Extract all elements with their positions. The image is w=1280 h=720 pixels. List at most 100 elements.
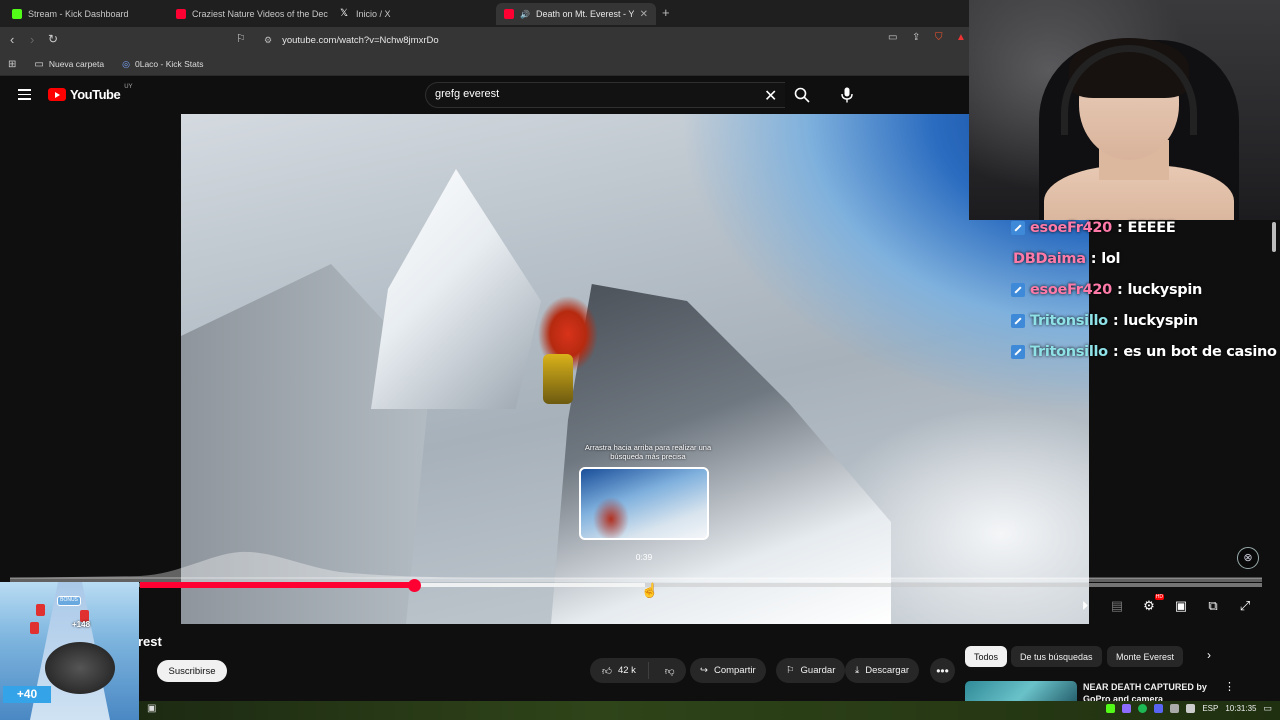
bookmark-label: 0Laco - Kick Stats [135, 59, 204, 69]
reload-icon[interactable]: ↻ [48, 32, 58, 46]
like-dislike-group: 👍︎ 42 k 👎︎ [590, 658, 686, 683]
chip-from-searches[interactable]: De tus búsquedas [1011, 646, 1102, 667]
dislike-button[interactable]: 👎︎ [655, 665, 685, 677]
save-icon: ⚐ [786, 665, 795, 676]
subtitles-icon[interactable]: ▤ [1108, 598, 1126, 614]
tab-x-home[interactable]: 𝕏 Inicio / X [332, 3, 492, 25]
like-count: 42 k [617, 665, 636, 676]
kick-icon [12, 9, 22, 19]
tab-kick-dashboard[interactable]: Stream - Kick Dashboard [4, 3, 164, 25]
cast-icon[interactable]: ⧉ [1204, 598, 1222, 614]
chips-next-icon[interactable]: › [1207, 648, 1211, 662]
more-actions-button[interactable]: ••• [930, 658, 955, 683]
network-icon[interactable] [1170, 704, 1180, 713]
browser-tab-bar: Stream - Kick Dashboard Craziest Nature … [0, 0, 970, 27]
rewards-icon[interactable]: ▲ [956, 32, 966, 43]
seek-hint-text: Arrastra hacia arriba para realizar una … [584, 443, 712, 461]
apps-grid-icon[interactable]: ⊞ [8, 59, 16, 70]
bookmark-icon[interactable]: ⚐ [236, 32, 246, 45]
chat-message: DBDaima : lol [1013, 251, 1121, 267]
clock[interactable]: 10:31:35 [1225, 704, 1256, 713]
chip-monte-everest[interactable]: Monte Everest [1107, 646, 1184, 667]
spotify-icon[interactable] [1138, 704, 1148, 713]
subscribe-button[interactable]: Suscribirse [157, 660, 227, 682]
close-tab-icon[interactable]: ✕ [640, 9, 648, 20]
share-button[interactable]: ↪ Compartir [690, 658, 766, 683]
youtube-header: YouTube UY ✕ [0, 76, 970, 114]
share-label: Compartir [713, 665, 756, 676]
autoplay-toggle[interactable]: ⏵ [1076, 598, 1094, 614]
chat-text: luckyspin [1123, 313, 1198, 329]
download-button[interactable]: ⤓ Descargar [845, 658, 920, 683]
bookmarks-bar: ⊞ ▭ Nueva carpeta ◎ 0Laco - Kick Stats [0, 53, 970, 76]
chat-separator: : [1090, 251, 1097, 267]
volume-icon[interactable] [1186, 704, 1196, 713]
discord-icon[interactable] [1154, 704, 1164, 713]
mouse-cursor-icon: ☝ [641, 582, 659, 598]
game-crowd [45, 642, 115, 694]
microphone-icon [841, 87, 853, 103]
new-tab-button[interactable]: + [662, 5, 670, 20]
taskbar-app-icon[interactable]: ▣ [147, 703, 156, 714]
subscriber-badge-icon [1011, 283, 1025, 297]
player-controls: ⏵ ▤ ⚙ HD ▣ ⧉ ⤢ [1076, 594, 1266, 616]
chat-separator: : [1116, 282, 1123, 298]
search-button[interactable] [785, 82, 819, 108]
video-title: rest [138, 634, 162, 649]
fullscreen-icon[interactable]: ⤢ [1236, 598, 1254, 614]
recommended-title[interactable]: NEAR DEATH CAPTURED by GoPro and camera [1083, 681, 1218, 703]
chat-text: es un bot de casino [1123, 344, 1277, 360]
thumbs-down-icon: 👎︎ [664, 665, 675, 677]
seek-preview-thumbnail [579, 467, 709, 540]
clear-search-icon[interactable]: ✕ [764, 86, 777, 106]
tab-everest-video[interactable]: 🔊 Death on Mt. Everest - YouTube ✕ [496, 3, 656, 25]
back-icon[interactable]: ‹ [10, 32, 14, 47]
game-score: +148 [72, 620, 91, 629]
recommended-menu-icon[interactable]: ⋮ [1224, 680, 1235, 693]
settings-icon[interactable]: ⚙ HD [1140, 594, 1164, 614]
save-button[interactable]: ⚐ Guardar [776, 658, 846, 683]
subscriber-badge-icon [1011, 345, 1025, 359]
bookmark-label: Nueva carpeta [48, 59, 105, 69]
kick-tray-icon[interactable] [1106, 704, 1116, 713]
notifications-icon[interactable]: ▭ [1263, 703, 1272, 714]
screen-icon[interactable]: ▭ [888, 32, 897, 43]
chat-message: Tritonsillo : es un bot de casino [1011, 344, 1277, 360]
tab-nature-videos[interactable]: Craziest Nature Videos of the Decade [168, 3, 328, 25]
like-button[interactable]: 👍︎ 42 k [590, 662, 649, 679]
branding-watermark-icon[interactable]: ⊗ [1237, 547, 1259, 569]
chip-todos[interactable]: Todos [965, 646, 1008, 667]
logo-wordmark: YouTube [70, 87, 121, 102]
search-input[interactable] [435, 88, 735, 100]
video-climber-legs [543, 354, 573, 404]
download-icon: ⤓ [855, 665, 860, 676]
system-tray: ESP 10:31:35 ▭ [1106, 703, 1272, 714]
hamburger-menu-icon[interactable] [18, 89, 31, 103]
tab-title: Death on Mt. Everest - YouTube [535, 9, 634, 19]
share-icon: ↪ [700, 665, 708, 676]
forward-icon[interactable]: › [30, 32, 34, 47]
bookmark-kick-stats[interactable]: ◎ 0Laco - Kick Stats [122, 59, 203, 70]
youtube-logo[interactable]: YouTube UY [48, 84, 133, 102]
game-gate: BONUS [57, 596, 81, 606]
chat-separator: : [1116, 220, 1123, 236]
voice-search-button[interactable] [833, 82, 861, 108]
os-taskbar: ▣ ESP 10:31:35 ▭ [139, 701, 1280, 720]
chat-scrollbar[interactable] [1272, 222, 1276, 252]
youtube-play-icon [48, 88, 66, 101]
address-bar[interactable]: ⚙ youtube.com/watch?v=Nchw8jmxrDo [258, 29, 918, 51]
language-indicator[interactable]: ESP [1202, 704, 1218, 713]
most-replayed-heatmap [10, 551, 1262, 582]
tray-app-icon[interactable] [1122, 704, 1132, 713]
tab-title: Stream - Kick Dashboard [28, 9, 129, 19]
chat-text: luckyspin [1127, 282, 1203, 298]
brave-shield-icon[interactable]: ⛉ [935, 32, 943, 43]
share-page-icon[interactable]: ⇪ [912, 32, 920, 43]
chat-message: Tritonsillo : luckyspin [1011, 313, 1198, 329]
miniplayer-icon[interactable]: ▣ [1172, 598, 1190, 614]
chat-text: EEEEE [1127, 220, 1176, 236]
globe-icon: ◎ [122, 58, 130, 69]
more-icon: ••• [936, 663, 949, 678]
bookmark-nueva-carpeta[interactable]: ▭ Nueva carpeta [34, 59, 104, 70]
site-settings-icon[interactable]: ⚙ [264, 35, 272, 46]
